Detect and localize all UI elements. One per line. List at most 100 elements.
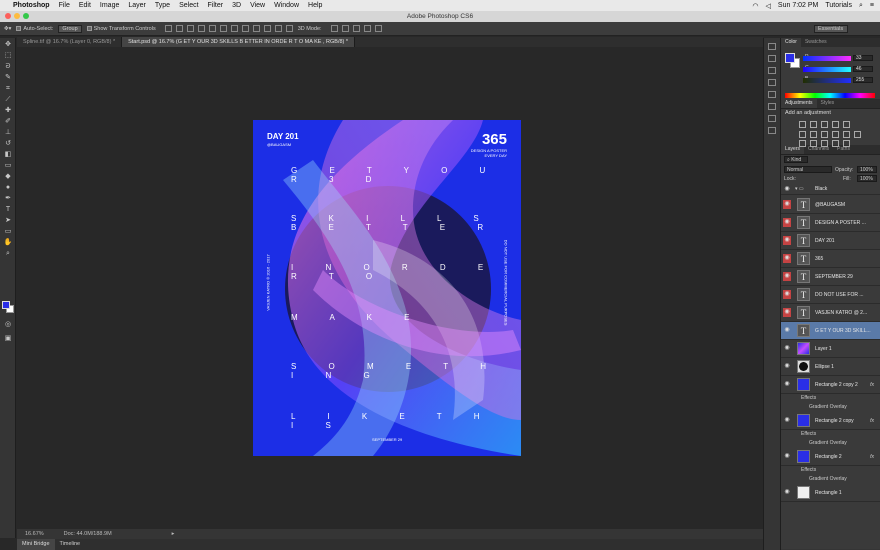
- align-top-icon[interactable]: [164, 25, 172, 32]
- layer-row[interactable]: ◉ T G ET Y OUR 3D SKILL...: [781, 322, 880, 340]
- poster-side-right[interactable]: DO NOT USE FOR COMMERCIAL PURPOSES: [504, 218, 509, 348]
- move-tool-icon[interactable]: ✥▾: [4, 26, 11, 32]
- hue-adj-icon[interactable]: [799, 131, 806, 138]
- layer-row[interactable]: ◉ Rectangle 2 copy 2 fx: [781, 376, 880, 394]
- poster-handle[interactable]: @BAUGASM: [267, 142, 291, 147]
- hand-tool-icon[interactable]: ✋: [3, 238, 13, 247]
- auto-select-checkbox[interactable]: Auto-Select:: [16, 26, 53, 32]
- history-panel-icon[interactable]: [768, 43, 776, 50]
- poster-line-1[interactable]: G E T Y O U R 3 D: [291, 166, 521, 184]
- layer-row[interactable]: ◉ T SEPTEMBER 29: [781, 268, 880, 286]
- photo-filter-adj-icon[interactable]: [832, 131, 839, 138]
- layer-row[interactable]: ◉ Rectangle 2 fx: [781, 448, 880, 466]
- clock[interactable]: Sun 7:02 PM: [778, 2, 818, 9]
- info-panel-icon[interactable]: [768, 127, 776, 134]
- shape-tool-icon[interactable]: ▭: [3, 227, 13, 236]
- zoom-tool-icon[interactable]: ⌕: [3, 249, 13, 258]
- visibility-eye-icon[interactable]: ◉: [783, 236, 791, 245]
- layer-row[interactable]: ◉ T DESIGN A POSTER ...: [781, 214, 880, 232]
- move-tool-icon[interactable]: ✥: [3, 40, 13, 49]
- visibility-eye-icon[interactable]: ◉: [783, 488, 791, 497]
- 3d-rotate-icon[interactable]: [330, 25, 338, 32]
- marquee-tool-icon[interactable]: ⬚: [3, 51, 13, 60]
- color-panel-fg-swatch[interactable]: [785, 53, 795, 63]
- lookup-adj-icon[interactable]: [854, 131, 861, 138]
- clone-source-panel-icon[interactable]: [768, 115, 776, 122]
- menu-edit[interactable]: Edit: [79, 2, 91, 9]
- quick-select-tool-icon[interactable]: ✎: [3, 73, 13, 82]
- exposure-adj-icon[interactable]: [832, 121, 839, 128]
- fx-icon[interactable]: fx: [870, 382, 874, 388]
- blend-mode-dropdown[interactable]: Normal: [784, 166, 832, 173]
- path-select-tool-icon[interactable]: ➤: [3, 216, 13, 225]
- fill-field[interactable]: 100%: [857, 175, 877, 182]
- layer-row[interactable]: ◉ T VASJEN KATRO @ 2...: [781, 304, 880, 322]
- align-bottom-icon[interactable]: [186, 25, 194, 32]
- align-right-icon[interactable]: [219, 25, 227, 32]
- poster-day[interactable]: DAY 201: [267, 132, 299, 141]
- status-arrow-icon[interactable]: ▸: [172, 531, 175, 537]
- screen-mode-icon[interactable]: ▣: [3, 334, 13, 343]
- effects-row[interactable]: Effects: [801, 466, 879, 475]
- brightness-adj-icon[interactable]: [799, 121, 806, 128]
- distribute-center-icon[interactable]: [274, 25, 282, 32]
- menu-layer[interactable]: Layer: [128, 2, 146, 9]
- layer-row[interactable]: ◉ T @BAUGASM: [781, 196, 880, 214]
- character-panel-icon[interactable]: [768, 79, 776, 86]
- poster-number[interactable]: 365: [482, 131, 507, 148]
- transform-controls-checkbox[interactable]: Show Transform Controls: [86, 26, 156, 32]
- layer-row[interactable]: ◉ T DO NOT USE FOR ...: [781, 286, 880, 304]
- crop-tool-icon[interactable]: ⌗: [3, 84, 13, 93]
- visibility-eye-icon[interactable]: ◉: [783, 326, 791, 335]
- opacity-field[interactable]: 100%: [857, 166, 877, 173]
- distribute-top-icon[interactable]: [230, 25, 238, 32]
- poster-line-5[interactable]: S O M E T H I N G: [291, 362, 521, 380]
- zoom-level[interactable]: 16.67%: [25, 531, 44, 537]
- visibility-eye-icon[interactable]: ◉: [783, 308, 791, 317]
- search-icon[interactable]: ⌕: [859, 2, 863, 10]
- levels-adj-icon[interactable]: [810, 121, 817, 128]
- align-center-icon[interactable]: [208, 25, 216, 32]
- g-slider[interactable]: [803, 67, 851, 72]
- menu-select[interactable]: Select: [179, 2, 198, 9]
- brush-tool-icon[interactable]: ✐: [3, 117, 13, 126]
- blur-tool-icon[interactable]: ◆: [3, 172, 13, 181]
- vibrance-adj-icon[interactable]: [843, 121, 850, 128]
- layer-row[interactable]: ◉ Rectangle 2 copy fx: [781, 412, 880, 430]
- volume-icon[interactable]: ◁: [766, 2, 771, 10]
- layer-row[interactable]: ◉ Layer 1: [781, 340, 880, 358]
- posterize-adj-icon[interactable]: [810, 140, 817, 147]
- selective-color-adj-icon[interactable]: [843, 140, 850, 147]
- color-balance-adj-icon[interactable]: [810, 131, 817, 138]
- b-slider[interactable]: [803, 78, 851, 83]
- menu-help[interactable]: Help: [308, 2, 322, 9]
- visibility-eye-icon[interactable]: ◉: [783, 185, 791, 194]
- color-spectrum-bar[interactable]: [785, 93, 875, 98]
- effects-row[interactable]: Effects: [801, 394, 879, 403]
- visibility-eye-icon[interactable]: ◉: [783, 254, 791, 263]
- distribute-right-icon[interactable]: [285, 25, 293, 32]
- poster-line-2[interactable]: S K I L L S B E T T E R: [291, 214, 521, 232]
- menu-image[interactable]: Image: [100, 2, 119, 9]
- healing-tool-icon[interactable]: ✚: [3, 106, 13, 115]
- 3d-pan-icon[interactable]: [352, 25, 360, 32]
- b-value[interactable]: 255: [853, 77, 873, 83]
- 3d-roll-icon[interactable]: [341, 25, 349, 32]
- fx-icon[interactable]: fx: [870, 418, 874, 424]
- filter-kind-dropdown[interactable]: ⌕ Kind: [784, 156, 808, 163]
- align-left-icon[interactable]: [197, 25, 205, 32]
- history-brush-tool-icon[interactable]: ↺: [3, 139, 13, 148]
- menu-type[interactable]: Type: [155, 2, 170, 9]
- tab-start[interactable]: Start.psd @ 16.7% (G ET Y OUR 3D SKILLS …: [122, 37, 356, 47]
- visibility-eye-icon[interactable]: ◉: [783, 344, 791, 353]
- minimize-window-button[interactable]: [14, 13, 20, 19]
- properties-panel-icon[interactable]: [768, 67, 776, 74]
- poster-line-6[interactable]: L I K E T H I S: [291, 412, 521, 430]
- tab-styles[interactable]: Styles: [817, 99, 839, 108]
- auto-select-dropdown[interactable]: Group: [58, 24, 82, 33]
- threshold-adj-icon[interactable]: [821, 140, 828, 147]
- tab-spline[interactable]: Spline.tif @ 16.7% (Layer 0, RGB/8) *: [17, 37, 123, 47]
- visibility-eye-icon[interactable]: ◉: [783, 416, 791, 425]
- align-middle-icon[interactable]: [175, 25, 183, 32]
- fx-icon[interactable]: fx: [870, 454, 874, 460]
